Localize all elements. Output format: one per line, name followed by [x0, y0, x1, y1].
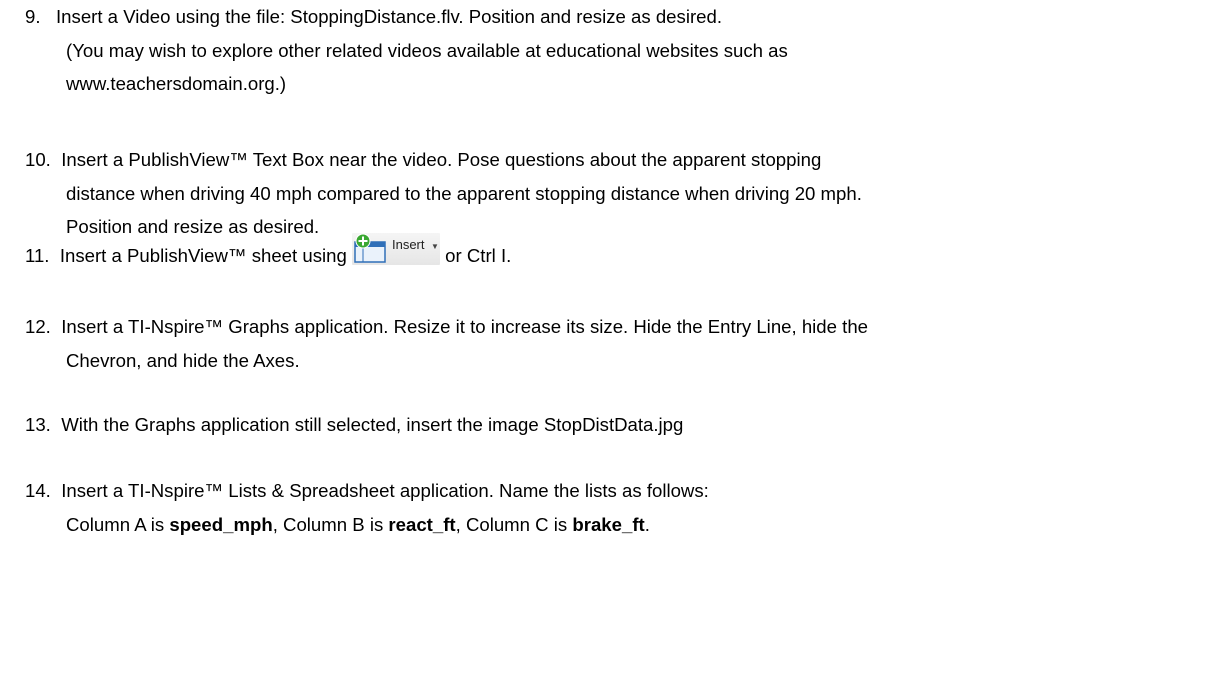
step-number: 13. — [25, 414, 51, 435]
step-number: 11. — [25, 245, 50, 266]
step-text: Insert a TI-Nspire™ Graphs application. … — [61, 316, 868, 337]
step-12-line-1: 12. Insert a TI-Nspire™ Graphs applicati… — [25, 316, 868, 338]
step-text: Insert a Video using the file: StoppingD… — [56, 6, 722, 27]
step-9-line-2: (You may wish to explore other related v… — [66, 40, 788, 61]
step-number: 10. — [25, 149, 51, 170]
step-number: 9. — [25, 6, 41, 27]
step-13-line-1: 13. With the Graphs application still se… — [25, 414, 683, 436]
column-a-prefix: Column A is — [66, 514, 170, 535]
insert-sheet-icon — [354, 233, 386, 263]
insert-button[interactable]: Insert ▼ — [351, 233, 440, 265]
step-10-line-3: Position and resize as desired. — [66, 216, 320, 237]
step-14-line-2: Column A is speed_mph, Column B is react… — [66, 514, 650, 536]
column-b-prefix: , Column B is — [272, 514, 389, 535]
step-10-line-2: distance when driving 40 mph compared to… — [66, 183, 862, 204]
column-c-prefix: , Column C is — [455, 514, 573, 535]
period: . — [644, 514, 650, 535]
list-name-react: react_ft — [388, 514, 456, 535]
step-number: 12. — [25, 316, 51, 337]
chevron-down-icon: ▼ — [430, 242, 439, 251]
step-number: 14. — [25, 480, 51, 501]
step-9-line-3: www.teachersdomain.org.) — [66, 73, 287, 94]
step-text: Insert a TI-Nspire™ Lists & Spreadsheet … — [61, 480, 709, 501]
step-10-line-1: 10. Insert a PublishView™ Text Box near … — [25, 149, 821, 171]
list-name-speed: speed_mph — [169, 514, 273, 535]
step-12-line-2: Chevron, and hide the Axes. — [66, 350, 300, 371]
step-text-after: or Ctrl I. — [445, 245, 512, 266]
step-text: Insert a PublishView™ sheet using — [59, 245, 347, 266]
insert-button-label: Insert — [391, 237, 425, 252]
step-9-line-1: 9. Insert a Video using the file: Stoppi… — [25, 6, 722, 28]
step-text: Insert a PublishView™ Text Box near the … — [61, 149, 822, 170]
step-11-line-1: 11. Insert a PublishView™ sheet using In… — [25, 233, 512, 267]
step-text: With the Graphs application still select… — [61, 414, 684, 435]
step-14-line-1: 14. Insert a TI-Nspire™ Lists & Spreadsh… — [25, 480, 709, 502]
list-name-brake: brake_ft — [572, 514, 645, 535]
